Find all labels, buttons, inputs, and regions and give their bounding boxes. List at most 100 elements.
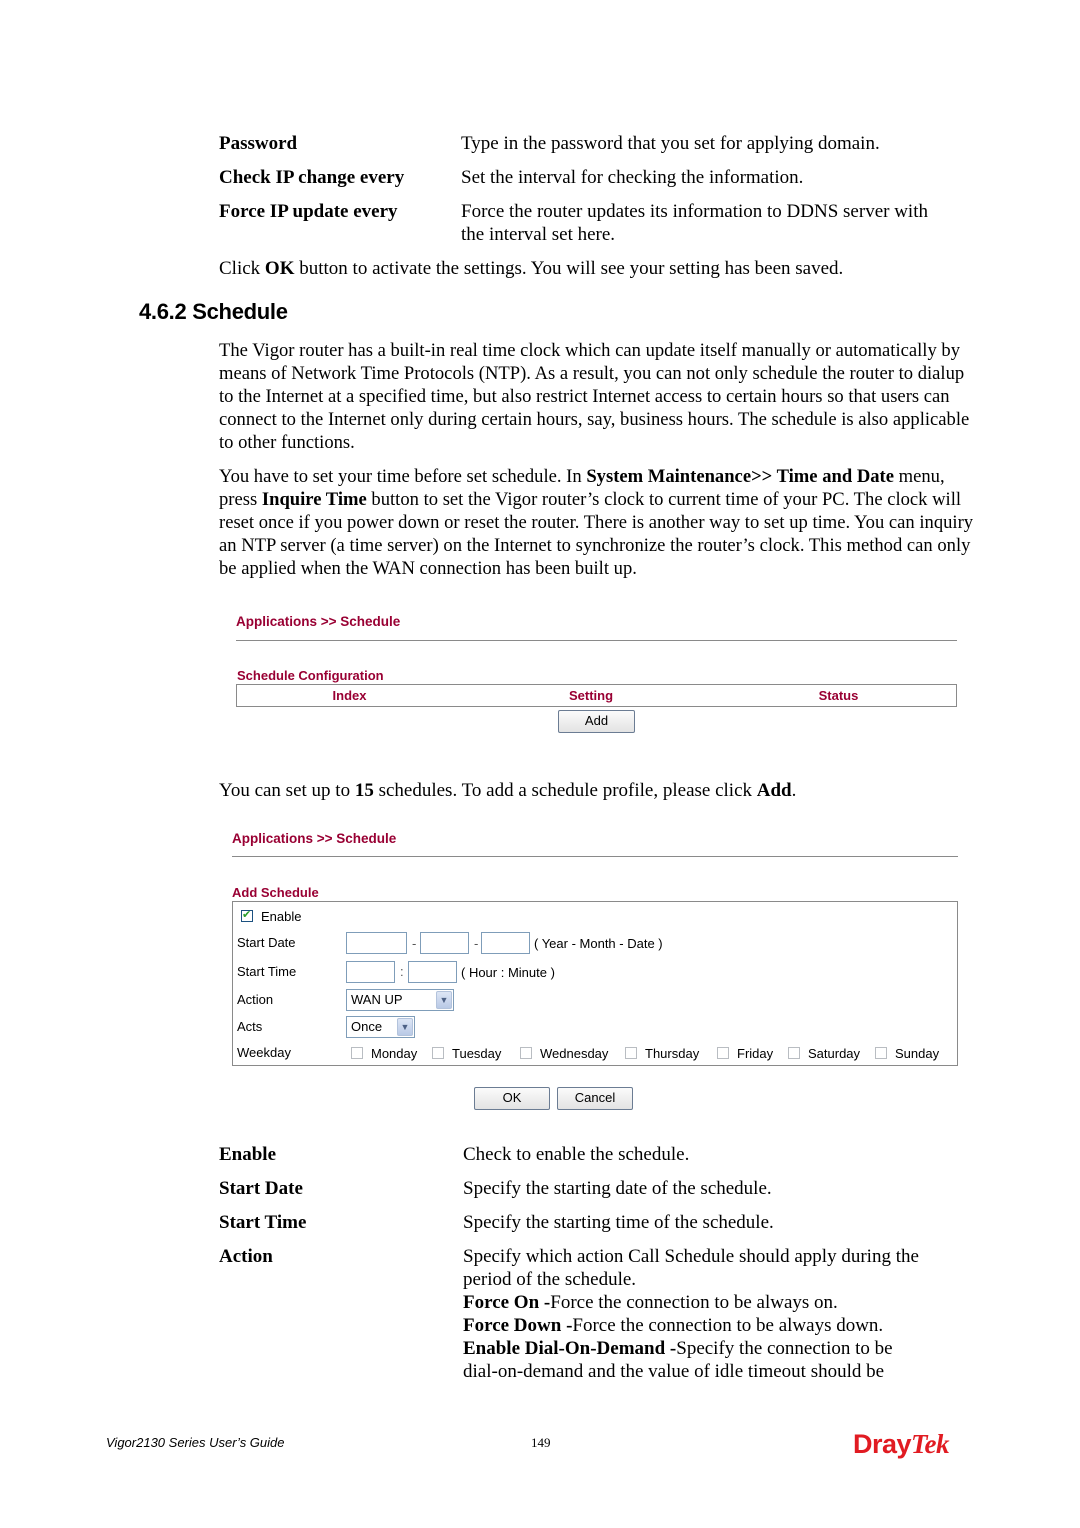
add-button[interactable]: Add (558, 710, 635, 733)
limit-bold1: 15 (354, 780, 374, 801)
schedule-table-header: Index Setting Status (236, 684, 957, 707)
weekday-label-sunday: Sunday (895, 1046, 940, 1061)
limit-text3: . (791, 780, 797, 801)
action-select-value: WAN UP (351, 992, 403, 1007)
date-separator-1: - (412, 936, 417, 951)
start-date-year-input[interactable] (346, 932, 407, 954)
desc-action-line2: period of the schedule. (463, 1269, 637, 1290)
add-schedule-screenshot: Applications >> Schedule Add Schedule En… (232, 831, 958, 1113)
desc-start-date: Specify the starting date of the schedul… (463, 1178, 772, 1199)
screen2-divider (232, 856, 958, 857)
start-date-label: Start Date (237, 935, 296, 950)
weekday-label-wednesday: Wednesday (540, 1046, 609, 1061)
time-para-bold2: Inquire Time (261, 489, 367, 510)
enable-checkbox[interactable] (241, 908, 253, 922)
acts-label: Acts (237, 1019, 263, 1034)
ok-button[interactable]: OK (474, 1087, 550, 1110)
weekday-checkbox-wednesday[interactable] (520, 1047, 532, 1059)
limit-text2: schedules. To add a schedule profile, pl… (373, 780, 757, 801)
footer-page-number: 149 (531, 1435, 551, 1450)
weekday-checkbox-monday[interactable] (351, 1047, 363, 1059)
logo-part-dray: Dray (853, 1429, 912, 1459)
draytek-logo: DrayTek (853, 1429, 950, 1460)
action-option-force-on: Force On -Force the connection to be alw… (463, 1291, 838, 1314)
weekday-checkbox-saturday[interactable] (788, 1047, 800, 1059)
term-start-date: Start Date (219, 1178, 303, 1199)
click-ok-pre: Click (219, 258, 265, 279)
chevron-down-icon: ▼ (397, 1018, 413, 1036)
action-option-force-down: Force Down -Force the connection to be a… (463, 1314, 883, 1337)
action-label: Action (237, 992, 274, 1007)
time-para-text1: You have to set your time before set sch… (219, 466, 587, 487)
weekday-label-thursday: Thursday (645, 1046, 700, 1061)
start-date-month-input[interactable] (420, 932, 469, 954)
screen2-title: Applications >> Schedule (232, 831, 397, 846)
action-select[interactable]: WAN UP ▼ (346, 989, 454, 1011)
weekday-label-friday: Friday (737, 1046, 774, 1061)
logo-part-tek: Tek (911, 1429, 950, 1459)
schedule-config-screenshot: Applications >> Schedule Schedule Config… (236, 614, 957, 739)
cancel-button[interactable]: Cancel (557, 1087, 633, 1110)
click-ok-bold: OK (264, 258, 295, 279)
column-setting: Setting (568, 688, 614, 703)
chevron-down-icon: ▼ (436, 991, 452, 1009)
desc-force-ip-line2: the interval set here. (461, 224, 616, 245)
limit-paragraph: You can set up to 15 schedules. To add a… (219, 779, 796, 802)
desc-password: Type in the password that you set for ap… (461, 133, 880, 154)
limit-text1: You can set up to (219, 780, 355, 801)
time-paragraph: You have to set your time before set sch… (219, 465, 979, 580)
acts-select[interactable]: Once ▼ (346, 1016, 415, 1038)
action-option-dial-on-demand: Enable Dial-On-Demand -Specify the conne… (463, 1337, 893, 1360)
intro-paragraph: The Vigor router has a built-in real tim… (219, 340, 970, 453)
click-ok-paragraph: Click OK button to activate the settings… (219, 257, 843, 280)
start-date-day-input[interactable] (481, 932, 530, 954)
desc-force-ip-line1: Force the router updates its information… (461, 201, 928, 222)
force-on-desc: Force the connection to be always on. (550, 1292, 838, 1313)
desc-check-ip: Set the interval for checking the inform… (461, 167, 804, 188)
action-last-line: dial-on-demand and the value of idle tim… (463, 1361, 885, 1382)
weekday-label-tuesday: Tuesday (452, 1046, 502, 1061)
start-time-minute-input[interactable] (408, 961, 457, 983)
start-time-label: Start Time (237, 964, 297, 979)
add-schedule-form: Enable Start Date - - ( Year - Month - D… (232, 901, 958, 1066)
date-separator-2: - (474, 936, 479, 951)
term-check-ip: Check IP change every (219, 167, 405, 188)
limit-bold2: Add (756, 780, 792, 801)
time-para-bold1: System Maintenance>> Time and Date (586, 466, 894, 487)
time-format-hint: ( Hour : Minute ) (461, 965, 555, 980)
desc-start-time: Specify the starting time of the schedul… (463, 1212, 774, 1233)
dial-on-demand-desc: Specify the connection to be (676, 1338, 893, 1359)
term-enable: Enable (219, 1144, 277, 1165)
weekday-checkbox-thursday[interactable] (625, 1047, 637, 1059)
desc-enable: Check to enable the schedule. (463, 1144, 690, 1165)
desc-action-line1: Specify which action Call Schedule shoul… (463, 1246, 919, 1267)
column-index: Index (332, 688, 367, 703)
start-time-hour-input[interactable] (346, 961, 395, 983)
dial-on-demand-term: Enable Dial-On-Demand - (463, 1338, 677, 1359)
date-format-hint: ( Year - Month - Date ) (534, 936, 663, 951)
force-on-term: Force On - (463, 1292, 551, 1313)
weekday-checkbox-tuesday[interactable] (432, 1047, 444, 1059)
section-heading: 4.6.2 Schedule (139, 299, 288, 324)
acts-select-value: Once (351, 1019, 383, 1034)
force-down-desc: Force the connection to be always down. (572, 1315, 884, 1336)
weekday-label: Weekday (237, 1045, 291, 1060)
screen2-subtitle: Add Schedule (232, 885, 319, 900)
term-password: Password (219, 133, 298, 154)
enable-label: Enable (261, 909, 302, 924)
column-status: Status (818, 688, 859, 703)
term-action: Action (219, 1246, 273, 1267)
term-start-time: Start Time (219, 1212, 307, 1233)
weekday-label-monday: Monday (371, 1046, 418, 1061)
weekday-checkbox-sunday[interactable] (875, 1047, 887, 1059)
time-separator: : (400, 964, 404, 979)
weekday-label-saturday: Saturday (808, 1046, 861, 1061)
screen1-subtitle: Schedule Configuration (237, 668, 384, 683)
force-down-term: Force Down - (463, 1315, 573, 1336)
term-force-ip: Force IP update every (219, 201, 398, 222)
click-ok-post: button to activate the settings. You wil… (294, 258, 844, 279)
weekday-checkbox-friday[interactable] (717, 1047, 729, 1059)
screen1-divider (236, 640, 957, 641)
footer-guide-title: Vigor2130 Series User’s Guide (106, 1435, 285, 1450)
screen1-title: Applications >> Schedule (236, 614, 401, 629)
